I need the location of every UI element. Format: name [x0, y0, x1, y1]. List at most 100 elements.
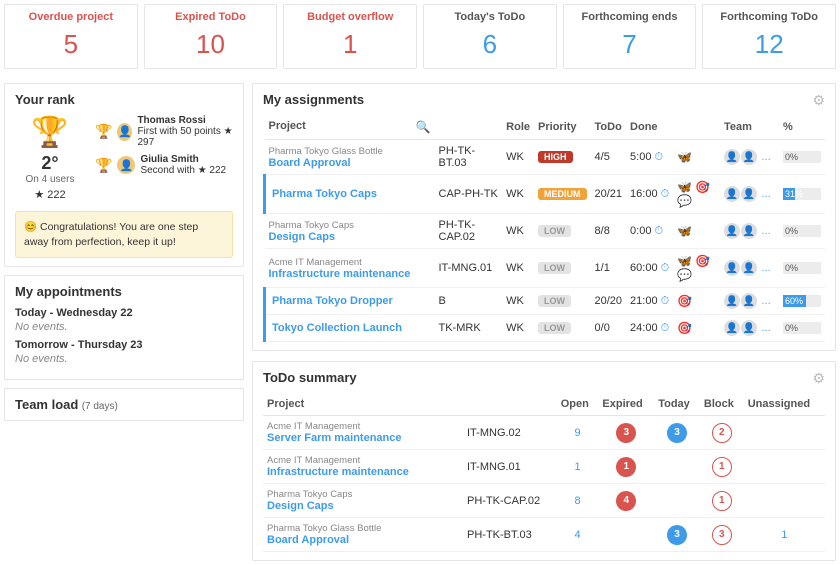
clock-icon[interactable]: ⏱ — [654, 225, 663, 237]
clock-icon[interactable]: ⏱ — [661, 295, 670, 307]
cell-unassigned[interactable] — [744, 484, 825, 518]
col-done[interactable]: Done — [626, 115, 673, 140]
cell-project[interactable]: Pharma Tokyo CapsDesign Caps — [265, 214, 435, 249]
cell-unassigned[interactable] — [744, 416, 825, 450]
cell-project[interactable]: Acme IT ManagementInfrastructure mainten… — [265, 249, 435, 288]
table-row[interactable]: Pharma Tokyo CapsDesign Caps PH-TK-CAP.0… — [263, 484, 825, 518]
cell-project[interactable]: Acme IT ManagementInfrastructure mainten… — [263, 450, 463, 484]
cell-block[interactable]: 1 — [700, 484, 744, 518]
status-icon[interactable]: 💬 — [677, 194, 692, 208]
clock-icon[interactable]: ⏱ — [654, 151, 663, 163]
cell-today[interactable] — [654, 484, 700, 518]
col-pct[interactable]: % — [779, 115, 825, 140]
summary-card[interactable]: Forthcoming ends 7 — [563, 4, 697, 69]
col-unassigned[interactable]: Unassigned — [744, 393, 825, 416]
summary-card[interactable]: Overdue project 5 — [4, 4, 138, 69]
col-team[interactable]: Team — [720, 115, 779, 140]
cell-today[interactable]: 3 — [654, 518, 700, 552]
table-row[interactable]: Pharma Tokyo Glass BottleBoard Approval … — [263, 518, 825, 552]
cell-project[interactable]: Acme IT ManagementServer Farm maintenanc… — [263, 416, 463, 450]
cell-expired[interactable]: 3 — [598, 416, 654, 450]
project-link[interactable]: Pharma Tokyo Caps — [272, 188, 377, 200]
status-icon[interactable]: 💬 — [677, 268, 692, 282]
col-expired[interactable]: Expired — [598, 393, 654, 416]
project-link[interactable]: Design Caps — [267, 500, 334, 512]
project-link[interactable]: Tokyo Collection Launch — [272, 322, 402, 334]
more-icon[interactable]: … — [758, 186, 774, 202]
cell-project[interactable]: Pharma Tokyo CapsDesign Caps — [263, 484, 463, 518]
more-icon[interactable]: … — [758, 320, 774, 336]
cell-expired[interactable]: 4 — [598, 484, 654, 518]
summary-card[interactable]: Expired ToDo 10 — [144, 4, 278, 69]
table-row[interactable]: Pharma Tokyo Caps CAP-PH-TK WK MEDIUM 20… — [265, 175, 826, 214]
cell-open[interactable]: 9 — [557, 416, 599, 450]
col-project[interactable]: Project — [263, 393, 463, 416]
project-link[interactable]: Pharma Tokyo Dropper — [272, 295, 393, 307]
col-priority[interactable]: Priority — [534, 115, 591, 140]
status-icon[interactable]: 🦋 — [677, 150, 692, 164]
cell-today[interactable] — [654, 450, 700, 484]
avatar-icon[interactable]: 👤 — [741, 149, 757, 165]
table-row[interactable]: Acme IT ManagementServer Farm maintenanc… — [263, 416, 825, 450]
avatar-icon[interactable]: 👤 — [724, 293, 740, 309]
cell-unassigned[interactable] — [744, 450, 825, 484]
more-icon[interactable]: … — [758, 149, 774, 165]
count-badge[interactable]: 3 — [667, 525, 687, 545]
cell-unassigned[interactable]: 1 — [744, 518, 825, 552]
status-icon[interactable]: 🦋 — [677, 180, 692, 194]
count-badge[interactable]: 1 — [712, 491, 732, 511]
project-link[interactable]: Infrastructure maintenance — [269, 268, 411, 280]
clock-icon[interactable]: ⏱ — [661, 262, 670, 274]
status-icon[interactable]: 🎯 — [677, 321, 692, 335]
col-open[interactable]: Open — [557, 393, 599, 416]
cell-project[interactable]: Pharma Tokyo Dropper — [265, 288, 435, 315]
table-row[interactable]: Pharma Tokyo Dropper B WK LOW 20/20 21:0… — [265, 288, 826, 315]
avatar-icon[interactable]: 👤 — [741, 186, 757, 202]
status-icon[interactable]: 🎯 — [695, 254, 710, 268]
more-icon[interactable]: … — [758, 223, 774, 239]
cell-open[interactable]: 8 — [557, 484, 599, 518]
table-row[interactable]: Tokyo Collection Launch TK-MRK WK LOW 0/… — [265, 315, 826, 342]
cell-block[interactable]: 1 — [700, 450, 744, 484]
gear-icon[interactable]: ⚙ — [812, 370, 825, 387]
project-link[interactable]: Design Caps — [269, 231, 336, 243]
count-badge[interactable]: 3 — [616, 423, 636, 443]
project-link[interactable]: Infrastructure maintenance — [267, 466, 409, 478]
avatar-icon[interactable]: 👤 — [741, 223, 757, 239]
col-todo[interactable]: ToDo — [591, 115, 627, 140]
avatar-icon[interactable]: 👤 — [741, 293, 757, 309]
more-icon[interactable]: … — [758, 260, 774, 276]
avatar-icon[interactable]: 👤 — [724, 260, 740, 276]
count-badge[interactable]: 4 — [616, 491, 636, 511]
cell-open[interactable]: 4 — [557, 518, 599, 552]
avatar-icon[interactable]: 👤 — [724, 223, 740, 239]
clock-icon[interactable]: ⏱ — [661, 322, 670, 334]
status-icon[interactable]: 🎯 — [677, 294, 692, 308]
project-link[interactable]: Board Approval — [269, 157, 351, 169]
cell-project[interactable]: Pharma Tokyo Glass BottleBoard Approval — [263, 518, 463, 552]
col-project[interactable]: Project🔍 — [265, 115, 435, 140]
summary-card[interactable]: Budget overflow 1 — [283, 4, 417, 69]
table-row[interactable]: Pharma Tokyo Glass BottleBoard Approval … — [265, 140, 826, 175]
count-badge[interactable]: 2 — [712, 423, 732, 443]
count-badge[interactable]: 1 — [616, 457, 636, 477]
avatar-icon[interactable]: 👤 — [724, 149, 740, 165]
cell-open[interactable]: 1 — [557, 450, 599, 484]
status-icon[interactable]: 🦋 — [677, 254, 692, 268]
status-icon[interactable]: 🎯 — [695, 180, 710, 194]
cell-expired[interactable]: 1 — [598, 450, 654, 484]
summary-card[interactable]: Today's ToDo 6 — [423, 4, 557, 69]
col-block[interactable]: Block — [700, 393, 744, 416]
table-row[interactable]: Acme IT ManagementInfrastructure mainten… — [265, 249, 826, 288]
cell-project[interactable]: Pharma Tokyo Glass BottleBoard Approval — [265, 140, 435, 175]
status-icon[interactable]: 🦋 — [677, 224, 692, 238]
table-row[interactable]: Acme IT ManagementInfrastructure mainten… — [263, 450, 825, 484]
count-badge[interactable]: 3 — [667, 423, 687, 443]
cell-project[interactable]: Tokyo Collection Launch — [265, 315, 435, 342]
more-icon[interactable]: … — [758, 293, 774, 309]
count-badge[interactable]: 3 — [712, 525, 732, 545]
gear-icon[interactable]: ⚙ — [812, 92, 825, 109]
avatar-icon[interactable]: 👤 — [724, 320, 740, 336]
cell-today[interactable]: 3 — [654, 416, 700, 450]
avatar-icon[interactable]: 👤 — [724, 186, 740, 202]
